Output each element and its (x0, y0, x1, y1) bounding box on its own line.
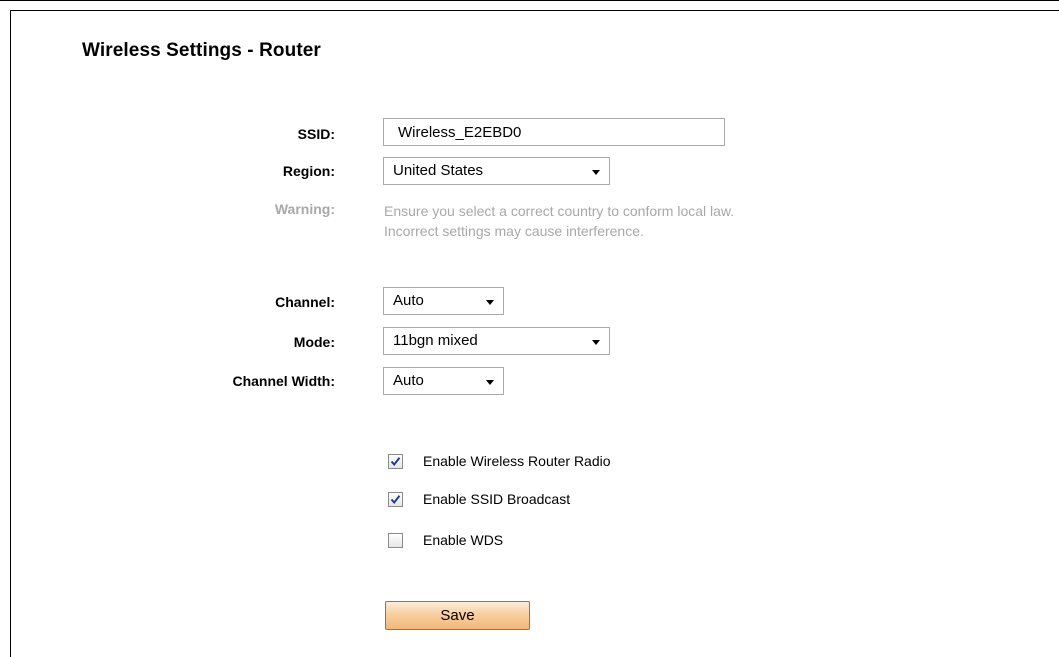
channel-width-label: Channel Width: (232, 373, 335, 389)
chevron-down-icon (592, 340, 600, 345)
mode-select-value: 11bgn mixed (393, 332, 478, 349)
enable-wds-label: Enable WDS (423, 532, 504, 548)
top-border (0, 0, 1059, 1)
mode-label: Mode: (293, 334, 335, 350)
region-label: Region: (282, 163, 335, 179)
channel-width-select[interactable]: Auto (383, 367, 504, 395)
channel-width-select-value: Auto (393, 372, 424, 389)
enable-wds-checkbox[interactable] (388, 533, 403, 548)
page-title: Wireless Settings - Router (82, 40, 321, 61)
chevron-down-icon (486, 380, 494, 385)
chevron-down-icon (592, 170, 600, 175)
enable-radio-checkbox[interactable] (388, 454, 403, 469)
checkmark-icon (390, 495, 401, 505)
mode-select[interactable]: 11bgn mixed (383, 327, 610, 355)
warning-label: Warning: (274, 201, 335, 217)
ssid-label: SSID: (297, 126, 335, 142)
ssid-input[interactable] (383, 118, 725, 146)
channel-label: Channel: (275, 294, 335, 310)
channel-select[interactable]: Auto (383, 287, 504, 315)
warning-line: Incorrect settings may cause interferenc… (384, 223, 644, 239)
region-select[interactable]: United States (383, 157, 610, 185)
enable-ssid-broadcast-checkbox[interactable] (388, 492, 403, 507)
warning-line: Ensure you select a correct country to c… (384, 203, 735, 219)
enable-ssid-broadcast-label: Enable SSID Broadcast (423, 491, 571, 507)
region-select-value: United States (393, 162, 484, 179)
checkmark-icon (390, 457, 401, 467)
warning-text: Ensure you select a correct country to c… (384, 201, 734, 241)
chevron-down-icon (486, 300, 494, 305)
enable-radio-label: Enable Wireless Router Radio (423, 453, 611, 469)
channel-select-value: Auto (393, 292, 424, 309)
save-button[interactable]: Save (385, 601, 530, 630)
